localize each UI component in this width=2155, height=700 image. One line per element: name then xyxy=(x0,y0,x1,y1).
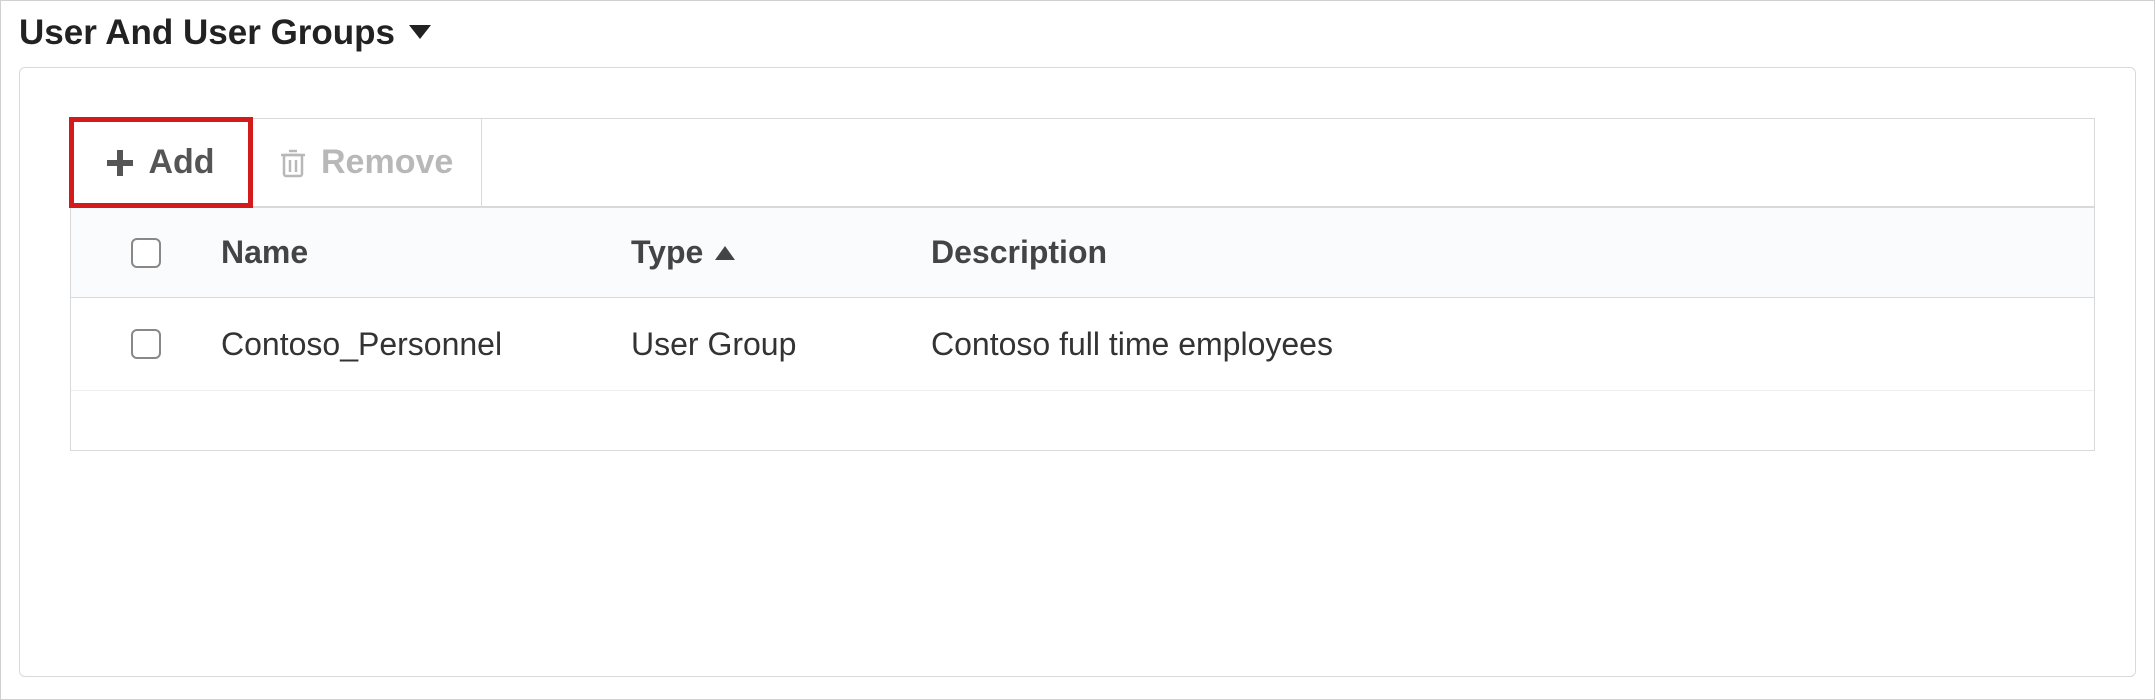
table-header-row: Name Type Description xyxy=(71,208,2094,298)
toolbar: Add Remove xyxy=(70,118,2095,208)
section-header[interactable]: User And User Groups xyxy=(19,11,2136,67)
select-all-checkbox[interactable] xyxy=(131,238,161,268)
remove-button[interactable]: Remove xyxy=(251,119,482,206)
column-header-name-label: Name xyxy=(221,234,308,271)
column-header-type-label: Type xyxy=(631,234,703,271)
row-description: Contoso full time employees xyxy=(931,326,2094,363)
row-checkbox[interactable] xyxy=(131,329,161,359)
trash-icon xyxy=(279,147,307,179)
sort-ascending-icon xyxy=(715,246,735,260)
column-header-description[interactable]: Description xyxy=(931,234,2094,271)
user-groups-table: Name Type Description Contoso_Personnel xyxy=(70,208,2095,451)
add-button[interactable]: Add xyxy=(71,119,251,206)
user-groups-panel: User And User Groups Add xyxy=(0,0,2155,700)
row-name: Contoso_Personnel xyxy=(221,326,631,363)
table-row[interactable]: Contoso_Personnel User Group Contoso ful… xyxy=(71,298,2094,390)
row-checkbox-cell xyxy=(71,329,221,359)
table-empty-space xyxy=(71,390,2094,450)
section-title: User And User Groups xyxy=(19,13,395,53)
header-checkbox-cell xyxy=(71,238,221,268)
column-header-name[interactable]: Name xyxy=(221,234,631,271)
column-header-description-label: Description xyxy=(931,234,1107,271)
panel-body: Add Remove xyxy=(19,67,2136,677)
row-type: User Group xyxy=(631,326,931,363)
column-header-type[interactable]: Type xyxy=(631,234,931,271)
chevron-down-icon xyxy=(409,25,431,41)
plus-icon xyxy=(106,149,134,177)
remove-button-label: Remove xyxy=(321,143,453,182)
add-button-label: Add xyxy=(148,143,214,182)
